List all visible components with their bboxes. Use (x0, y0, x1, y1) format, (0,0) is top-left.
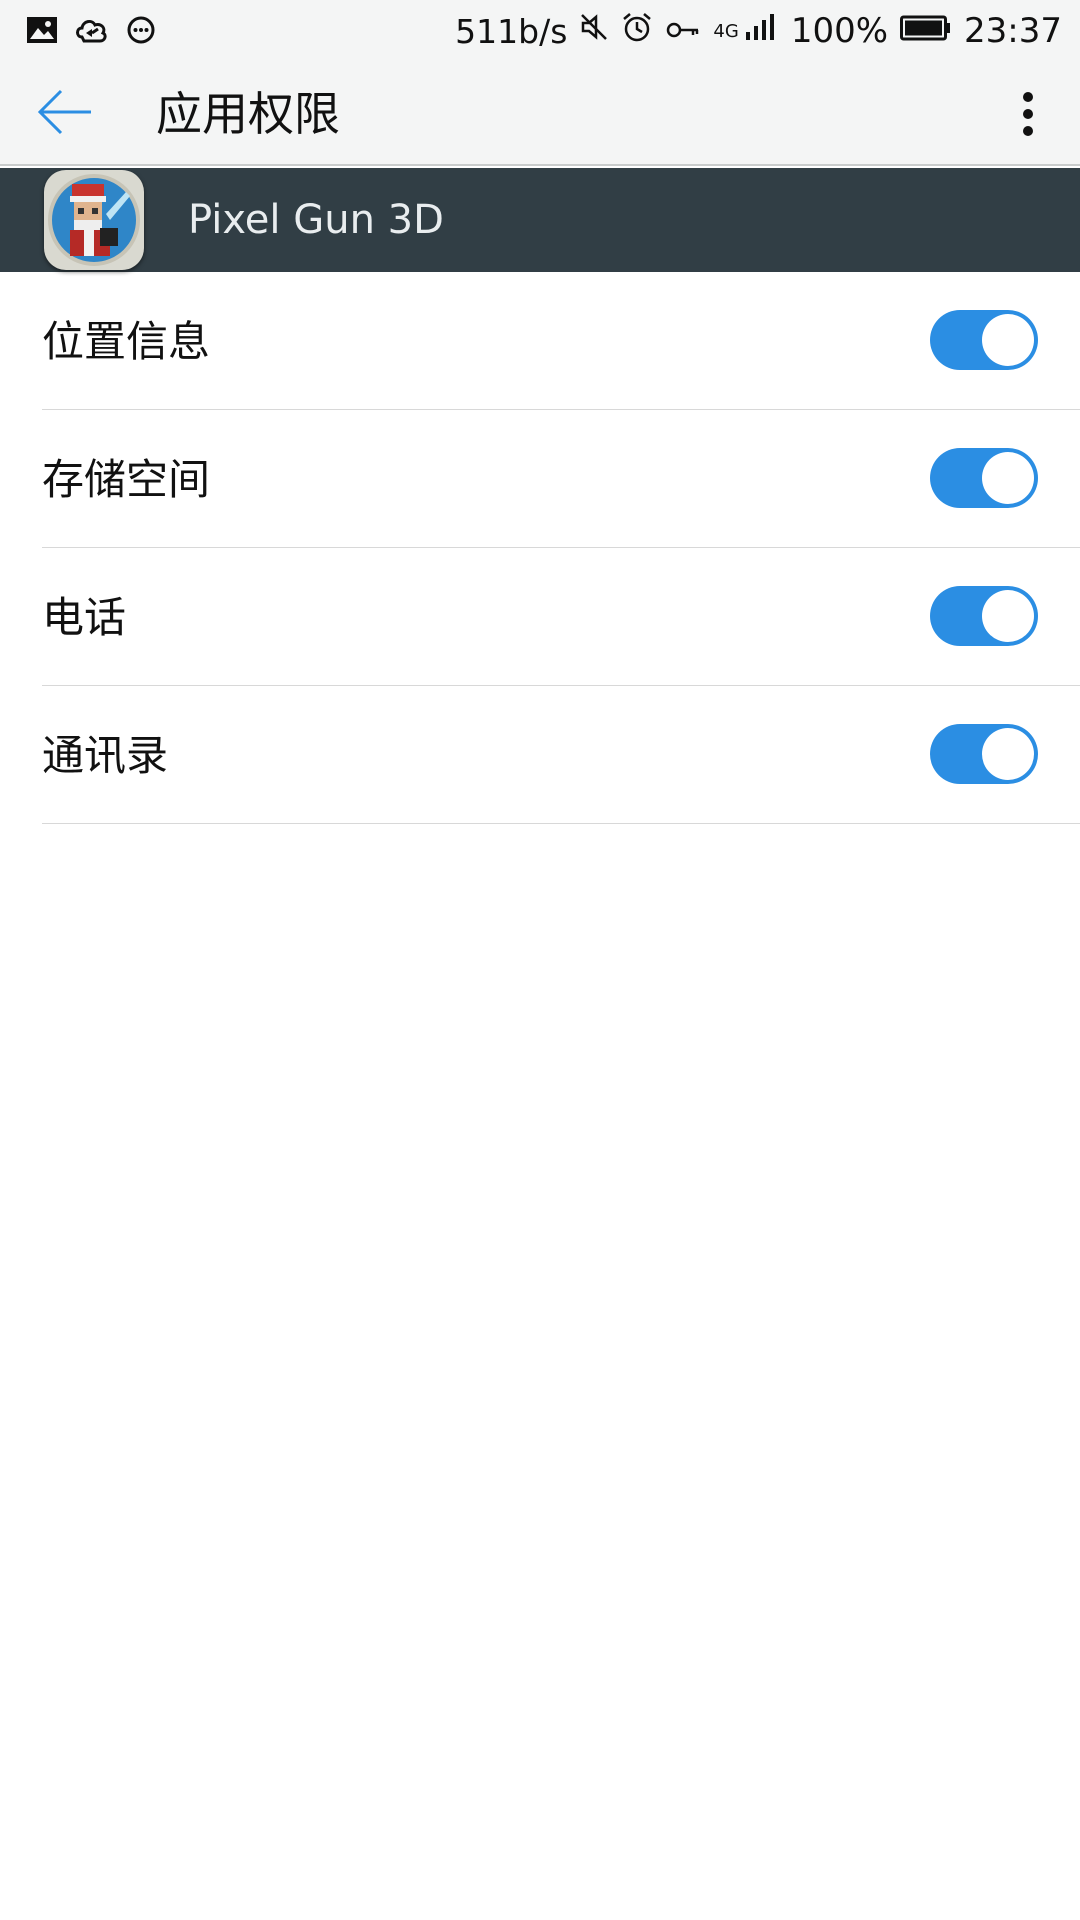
page-title: 应用权限 (156, 87, 340, 141)
permission-label: 存储空间 (42, 455, 211, 504)
permission-toggle-contacts[interactable] (930, 724, 1038, 784)
permission-list: 位置信息 存储空间 电话 通讯录 (0, 272, 1080, 824)
battery-percent: 100% (790, 11, 889, 51)
status-left-icons (26, 14, 156, 50)
toggle-knob (982, 452, 1034, 504)
more-vertical-icon (1021, 91, 1035, 141)
permission-label: 位置信息 (42, 317, 211, 366)
cloud-sync-icon (74, 15, 110, 49)
permission-toggle-location[interactable] (930, 310, 1038, 370)
app-icon (44, 170, 144, 270)
toggle-knob (982, 314, 1034, 366)
gallery-icon (26, 16, 58, 48)
permission-row-contacts[interactable]: 通讯录 (42, 686, 1080, 824)
alarm-icon (621, 11, 653, 52)
back-button[interactable] (30, 84, 100, 144)
mute-icon (579, 11, 609, 51)
network-speed: 511b/s (455, 11, 568, 51)
app-name: Pixel Gun 3D (188, 197, 444, 243)
battery-icon (900, 11, 952, 51)
signal-icon (745, 11, 779, 51)
permission-toggle-phone[interactable] (930, 586, 1038, 646)
permission-label: 通讯录 (42, 731, 169, 780)
permission-row-location[interactable]: 位置信息 (42, 272, 1080, 410)
permission-row-storage[interactable]: 存储空间 (42, 410, 1080, 548)
network-type: 4G (713, 20, 739, 42)
toggle-knob (982, 728, 1034, 780)
permission-row-phone[interactable]: 电话 (42, 548, 1080, 686)
key-icon (665, 11, 701, 51)
chat-bubble-icon (126, 15, 156, 49)
permission-label: 电话 (42, 593, 127, 642)
toolbar: 应用权限 (0, 62, 1080, 166)
more-options-button[interactable] (1008, 88, 1048, 144)
permission-toggle-storage[interactable] (930, 448, 1038, 508)
status-bar: 511b/s 4G 100% 23:37 (0, 0, 1080, 62)
clock: 23:37 (964, 11, 1062, 51)
app-header: Pixel Gun 3D (0, 168, 1080, 272)
arrow-left-icon (35, 87, 95, 141)
status-right-icons: 511b/s 4G 100% 23:37 (455, 10, 1062, 52)
toggle-knob (982, 590, 1034, 642)
